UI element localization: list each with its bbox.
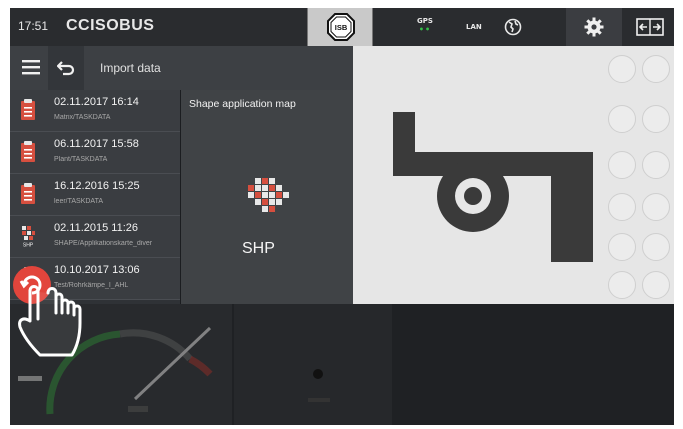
svg-text:ISB: ISB: [335, 23, 348, 32]
item-path: leer/TASKDATA: [54, 198, 104, 205]
task-file-icon: [21, 183, 35, 204]
item-date: 02.11.2017 16:14: [54, 96, 139, 108]
soft-key: [642, 55, 670, 83]
list-item[interactable]: 06.11.2017 15:58 Plant/TASKDATA: [10, 132, 180, 174]
clock: 17:51: [18, 19, 49, 33]
item-path: SHAPE/Applikationskarte_diver: [54, 240, 153, 247]
shp-file-icon: SHP: [22, 226, 35, 248]
gps-indicator: GPS ••: [417, 17, 433, 34]
back-button[interactable]: [48, 46, 84, 90]
shp-large-icon: [248, 178, 289, 212]
terminal-screen: 17:51 CCISOBUS ISB GPS •• LAN Import dat…: [10, 8, 674, 425]
shp-label: SHP: [242, 240, 275, 257]
switch-screen-icon: [636, 18, 664, 36]
item-path: Plant/TASKDATA: [54, 156, 108, 163]
detail-title: Shape application map: [189, 98, 296, 110]
list-item[interactable]: 02.11.2017 16:14 Matrix/TASKDATA: [10, 90, 180, 132]
isb-icon: ISB: [327, 13, 355, 41]
dialog-title: Import data: [100, 61, 161, 75]
back-arrow-icon: [57, 61, 75, 76]
task-file-icon: [21, 141, 35, 162]
soft-key: [608, 105, 636, 133]
isb-button[interactable]: ISB: [307, 8, 373, 46]
gps-signal-dots: ••: [418, 25, 432, 34]
ccisobus-logo: CCISOBUS: [66, 17, 155, 34]
hamburger-menu-icon[interactable]: [22, 59, 40, 75]
status-bar: 17:51 CCISOBUS ISB GPS •• LAN: [10, 8, 674, 46]
soft-key: [642, 151, 670, 179]
item-date: 06.11.2017 15:58: [54, 138, 139, 150]
soft-key: [608, 233, 636, 261]
switch-screen-button[interactable]: [624, 8, 674, 46]
secondary-dial-panel: [234, 304, 392, 425]
globe-icon[interactable]: [504, 18, 522, 36]
task-file-icon: [21, 99, 35, 120]
item-date: 16.12.2016 15:25: [54, 180, 140, 192]
gear-icon: [584, 17, 604, 37]
soft-key: [608, 55, 636, 83]
list-item[interactable]: SHP 02.11.2015 11:26 SHAPE/Applikationsk…: [10, 216, 180, 258]
item-path: Matrix/TASKDATA: [54, 114, 111, 121]
gps-label: GPS: [417, 17, 433, 25]
soft-key: [642, 193, 670, 221]
list-item[interactable]: 16.12.2016 15:25 leer/TASKDATA: [10, 174, 180, 216]
secondary-gauge: [308, 369, 330, 402]
file-detail-panel: Shape application map SHP: [181, 90, 353, 304]
function-key-column: [608, 53, 674, 301]
touch-hand-icon: [13, 266, 82, 357]
settings-button[interactable]: [566, 8, 622, 46]
soft-key: [642, 233, 670, 261]
lan-indicator: LAN: [466, 23, 482, 31]
svg-text:SHP: SHP: [23, 243, 34, 248]
item-date: 02.11.2015 11:26: [54, 222, 139, 234]
import-dialog-header: Import data: [10, 46, 353, 90]
soft-key: [608, 271, 636, 299]
soft-key: [608, 151, 636, 179]
soft-key: [608, 193, 636, 221]
soft-key: [642, 105, 670, 133]
soft-key: [642, 271, 670, 299]
